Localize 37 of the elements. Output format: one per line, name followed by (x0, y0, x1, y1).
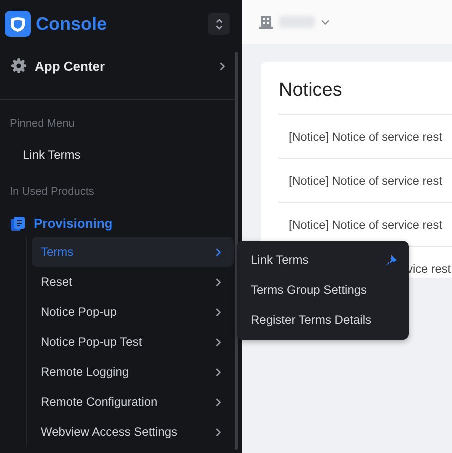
pin-icon[interactable] (386, 254, 397, 266)
product-item[interactable]: Provisioning (11, 216, 242, 231)
chevron-icon (215, 338, 222, 346)
menu-item[interactable]: Notice Pop-up (32, 297, 234, 327)
chevron-icon (215, 278, 222, 286)
chevron-icon (215, 308, 222, 316)
chevron-icon (219, 62, 226, 70)
chevron-icon (215, 248, 222, 256)
brand-title: Console (36, 14, 108, 34)
card-title: Notices (279, 80, 344, 102)
submenu-item[interactable]: Terms Group Settings (251, 275, 409, 305)
chevron-icon (215, 398, 222, 406)
shield-logo-icon (5, 11, 31, 37)
submenu-item[interactable]: Register Terms Details (251, 305, 409, 335)
expand-toggle-button[interactable] (208, 13, 230, 35)
pinned-link[interactable]: Link Terms (23, 148, 242, 162)
notice-link[interactable]: [Notice] Notice of service rest (289, 218, 442, 232)
chevron-down-icon (321, 18, 330, 26)
submenu-item[interactable]: Link Terms (251, 245, 409, 275)
notice-link[interactable]: [Notice] Notice of service rest (289, 130, 442, 144)
menu-item[interactable]: Remote Configuration (32, 387, 234, 417)
section-heading: In Used Products (10, 186, 96, 198)
scrollbar[interactable] (235, 52, 238, 450)
menu-item[interactable]: Reset (32, 267, 234, 297)
building-icon (259, 15, 273, 29)
menu-item[interactable]: Webview Access Settings (32, 417, 234, 447)
section-heading: Pinned Menu (10, 118, 76, 130)
chevron-icon (215, 368, 222, 376)
menu-item[interactable]: Remote Logging (32, 357, 234, 387)
app-center-item[interactable]: App Center (0, 48, 242, 84)
chevron-icon (215, 428, 222, 436)
gear-icon (11, 58, 27, 74)
notice-link[interactable]: [Notice] Notice of service rest (289, 174, 442, 188)
menu-item[interactable]: Notice Pop-up Test (32, 327, 234, 357)
up-down-chevron-icon (214, 18, 224, 30)
document-icon (11, 216, 25, 230)
menu-item[interactable]: Terms (32, 237, 234, 267)
